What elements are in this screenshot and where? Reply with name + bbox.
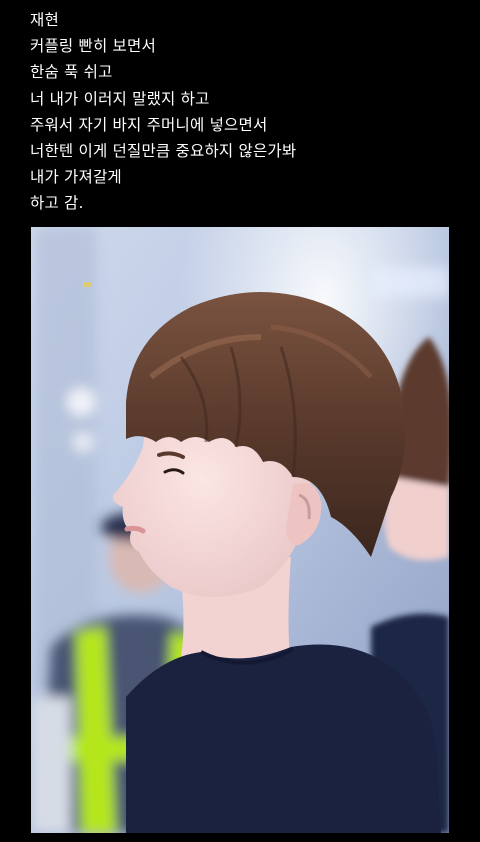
portrait-photo: XP xyxy=(31,227,449,833)
caption-line: 너 내가 이러지 말랬지 하고 xyxy=(30,89,210,108)
caption-line: 내가 가져갈게 xyxy=(30,168,122,187)
caption-line: 한숨 푹 쉬고 xyxy=(30,63,113,82)
caption-line: 재현 xyxy=(30,11,59,29)
caption-line: 커플링 빤히 보면서 xyxy=(30,37,156,56)
caption-text-block: 재현 커플링 빤히 보면서 한숨 푹 쉬고 너 내가 이러지 말랬지 하고 주워… xyxy=(30,7,460,217)
caption-line: 하고 감. xyxy=(30,194,84,213)
watermark-logo: XP xyxy=(83,282,93,289)
caption-line: 주워서 자기 바지 주머니에 넣으면서 xyxy=(30,115,268,134)
portrait-illustration: XP xyxy=(31,227,449,833)
caption-line: 너한텐 이게 던질만큼 중요하지 않은가봐 xyxy=(30,142,297,161)
